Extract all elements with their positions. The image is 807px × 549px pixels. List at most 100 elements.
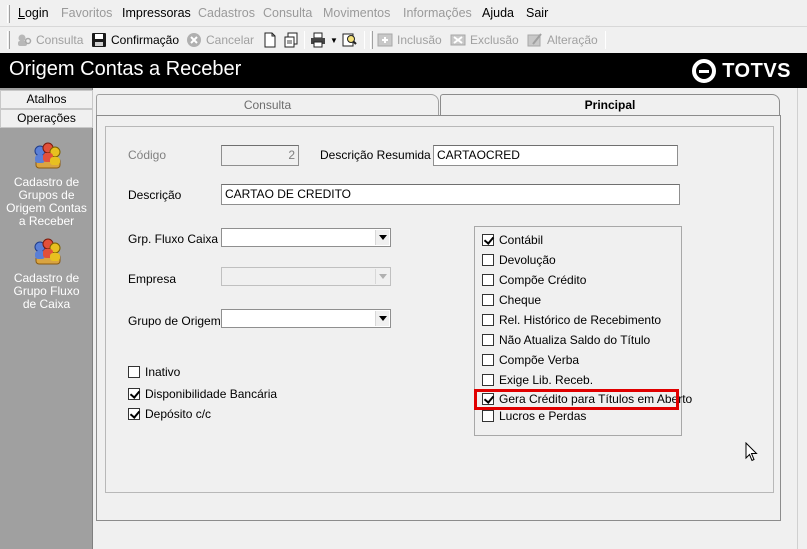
chevron-down-icon[interactable] [375,230,389,245]
menu-grip [7,5,10,23]
chevron-down-icon[interactable] [375,311,389,326]
compoe-verba-label: Compõe Verba [499,353,580,367]
lucros-perdas-label: Lucros e Perdas [499,409,587,423]
exige-lib-receb-checkbox[interactable]: Exige Lib. Receb. [482,372,593,388]
devolucao-label: Devolução [499,253,556,267]
descricao-resumida-field[interactable]: CARTAOCRED [433,145,678,166]
chevron-down-icon[interactable] [375,269,389,284]
inativo-checkbox[interactable]: Inativo [128,364,180,380]
sidebar-tab-operacoes[interactable]: Operações [0,109,93,128]
checkbox-box[interactable] [482,334,494,346]
totvs-logo-icon [692,59,717,83]
disponibilidade-bancaria-checkbox[interactable]: Disponibilidade Bancária [128,386,277,402]
tab-principal[interactable]: Principal [440,94,780,116]
save-icon [91,32,107,48]
menu-movimentos[interactable]: Movimentos [323,6,390,20]
descricao-field[interactable]: CARTAO DE CREDITO [221,184,680,205]
toolbar: Consulta Confirmação Cancelar ▼ Inclusão… [0,27,807,53]
compoe-credito-checkbox[interactable]: Compõe Crédito [482,272,586,288]
checkbox-box[interactable] [482,354,494,366]
consulta-button[interactable]: Consulta [16,30,83,50]
checkbox-box[interactable] [482,274,494,286]
empresa-select[interactable] [221,267,391,286]
empresa-label: Empresa [128,272,177,286]
menu-consulta[interactable]: Consulta [263,6,312,20]
sidebar-tab-atalhos[interactable]: Atalhos [0,90,93,109]
menu-bar: Login Favoritos Impressoras Cadastros Co… [0,0,807,27]
menu-ajuda[interactable]: Ajuda [482,6,514,20]
exige-lib-receb-label: Exige Lib. Receb. [499,373,594,387]
menu-login[interactable]: Login [18,6,49,20]
consulta-button-label: Consulta [36,33,84,47]
title-bar: Origem Contas a Receber TOTVS [0,53,807,88]
compoe-verba-checkbox[interactable]: Compõe Verba [482,352,579,368]
confirmacao-button-label: Confirmação [111,33,180,47]
shortcut-cadastro-grupo-fluxo-caixa[interactable]: Cadastro de Grupo Fluxo de Caixa [0,236,93,311]
shortcut-label: Cadastro de Grupo Fluxo de Caixa [13,271,80,311]
codigo-label: Código [128,148,167,162]
checkbox-box[interactable] [128,388,140,400]
delete-record-icon [450,32,466,48]
codigo-field[interactable]: 2 [221,145,299,166]
tab-consulta[interactable]: Consulta [96,94,439,116]
checkbox-box[interactable] [128,366,140,378]
disponibilidade-bancaria-label: Disponibilidade Bancária [145,387,278,401]
shortcut-label: Cadastro de Grupos de Origem Contas a Re… [6,175,87,228]
nao-atualiza-saldo-checkbox[interactable]: Não Atualiza Saldo do Título [482,332,650,348]
contabil-label: Contábil [499,233,544,247]
alteracao-button-label: Alteração [547,33,598,47]
menu-sair[interactable]: Sair [526,6,548,20]
checkbox-box[interactable] [482,234,494,246]
shortcut-cadastro-grupos-origem[interactable]: Cadastro de Grupos de Origem Contas a Re… [0,140,93,228]
menu-impressoras[interactable]: Impressoras [122,6,191,20]
window-title: Origem Contas a Receber [9,58,242,80]
descricao-resumida-label: Descrição Resumida [320,148,431,162]
devolucao-checkbox[interactable]: Devolução [482,252,556,268]
users-group-icon [30,140,64,172]
deposito-cc-checkbox[interactable]: Depósito c/c [128,406,211,422]
highlight-box [474,389,679,410]
exclusao-button-label: Exclusão [470,33,519,47]
open-document-button[interactable] [283,30,299,50]
print-preview-button[interactable] [341,30,357,50]
lucros-perdas-checkbox[interactable]: Lucros e Perdas [482,408,586,424]
new-document-button[interactable] [262,30,278,50]
checkbox-box[interactable] [128,408,140,420]
descricao-label: Descrição [128,188,182,202]
cancelar-button-label: Cancelar [206,33,255,47]
checkbox-box[interactable] [482,294,494,306]
rel-historico-recebimento-checkbox[interactable]: Rel. Histórico de Recebimento [482,312,661,328]
edit-record-icon [527,32,543,48]
inclusao-button[interactable]: Inclusão [377,30,442,50]
exclusao-button[interactable]: Exclusão [450,30,519,50]
checkbox-box[interactable] [482,314,494,326]
cancel-icon [186,32,202,48]
toolbar-grip [370,31,373,49]
menu-favoritos[interactable]: Favoritos [61,6,112,20]
confirmacao-button[interactable]: Confirmação [91,30,179,50]
totvs-logo: TOTVS [692,59,791,83]
checkbox-box[interactable] [482,410,494,422]
mouse-cursor-icon [745,441,759,462]
grp-fluxo-caixa-select[interactable] [221,228,391,247]
checkbox-box[interactable] [482,374,494,386]
menu-informacoes[interactable]: Informações [403,6,472,20]
toolbar-separator [605,31,606,49]
new-document-icon [262,32,278,48]
rel-historico-recebimento-label: Rel. Histórico de Recebimento [499,313,662,327]
cheque-checkbox[interactable]: Cheque [482,292,541,308]
menu-cadastros[interactable]: Cadastros [198,6,255,20]
chevron-down-icon: ▼ [330,35,338,45]
cancelar-button[interactable]: Cancelar [186,30,254,50]
grupo-origem-select[interactable] [221,309,391,328]
inclusao-button-label: Inclusão [397,33,442,47]
search-people-icon [16,32,32,48]
alteracao-button[interactable]: Alteração [527,30,598,50]
compoe-credito-label: Compõe Crédito [499,273,587,287]
print-button[interactable]: ▼ [310,30,338,50]
cheque-label: Cheque [499,293,542,307]
checkbox-box[interactable] [482,254,494,266]
toolbar-grip [7,31,10,49]
add-record-icon [377,32,393,48]
contabil-checkbox[interactable]: Contábil [482,232,543,248]
